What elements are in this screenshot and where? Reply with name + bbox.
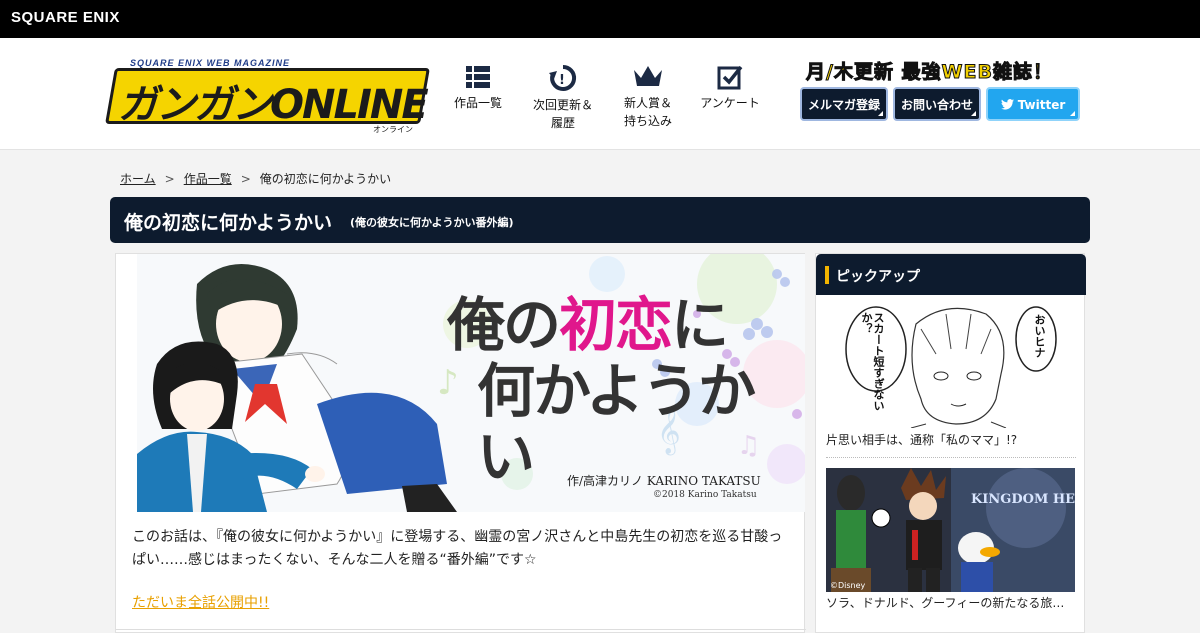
game-logo: KINGDOM HEARTS III xyxy=(971,492,1075,507)
read-all-episodes-link[interactable]: ただいま全話公開中!! xyxy=(132,592,269,612)
nav-label: 履歴 xyxy=(550,116,575,130)
hero-title-part: 俺の xyxy=(447,291,561,359)
pickup-item-image[interactable]: KINGDOM HEARTS III ©Disney xyxy=(826,468,1075,592)
breadcrumb: ホーム > 作品一覧 > 俺の初恋に何かようかい xyxy=(120,170,391,187)
nav-next-update[interactable]: ! 次回更新＆ 履歴 xyxy=(523,64,603,132)
update-catchphrase: 月/木更新 最強WEB雑誌！ xyxy=(806,61,1053,84)
corner-arrow-icon xyxy=(878,111,883,116)
svg-text:!: ! xyxy=(559,73,565,88)
pickup-item-caption[interactable]: ソラ、ドナルド、グーフィーの新たなる旅… xyxy=(826,594,1076,611)
speech-balloon-text: おいヒナ xyxy=(1033,314,1046,358)
logo-tagline: オンライン xyxy=(373,125,413,134)
hero-copyright: ©2018 Karino Takatsu xyxy=(653,490,757,500)
nav-survey[interactable]: アンケート xyxy=(690,64,770,112)
hero-title-line2: 何かようかい xyxy=(477,357,756,491)
nav-label: 新人賞＆ xyxy=(623,96,672,110)
pickup-sidebar: ピックアップ スカート短すぎないか？ おいヒナ 片思い相手は、通称「私のママ」!… xyxy=(815,253,1086,633)
nav-label: 作品一覧 xyxy=(453,96,502,110)
newsletter-label: メルマガ登録 xyxy=(807,98,880,112)
breadcrumb-works-list[interactable]: 作品一覧 xyxy=(184,172,232,186)
pickup-item-image[interactable]: スカート短すぎないか？ おいヒナ xyxy=(826,304,1075,428)
twitter-label: Twitter xyxy=(1017,98,1066,112)
pickup-heading: ピックアップ xyxy=(836,269,920,285)
breadcrumb-separator: > xyxy=(240,172,251,186)
corporate-bar: SQUARE ENIX xyxy=(0,0,1200,38)
divider xyxy=(826,457,1076,458)
nav-newcomer-award[interactable]: 新人賞＆ 持ち込み xyxy=(608,64,688,130)
speech-balloon-text: スカート短すぎないか？ xyxy=(860,312,885,411)
twitter-button[interactable]: Twitter xyxy=(986,87,1080,121)
nav-label: アンケート xyxy=(700,96,760,110)
kingdom-hearts-artwork: KINGDOM HEARTS III ©Disney xyxy=(826,468,1075,592)
page-title: 俺の初恋に何かようかい xyxy=(124,212,333,234)
twitter-bird-icon xyxy=(1000,99,1014,110)
nav-label: 次回更新＆ xyxy=(532,98,593,112)
hero-author: 作/高津カリノ KARINO TAKATSU xyxy=(567,474,761,488)
nav-works-list[interactable]: 作品一覧 xyxy=(438,64,518,112)
square-enix-logo[interactable]: SQUARE ENIX xyxy=(11,9,120,26)
contact-label: お問い合わせ xyxy=(900,98,973,112)
hero-title-part: に xyxy=(671,291,729,359)
update-history-icon: ! xyxy=(549,64,577,91)
work-detail-card: ♪ 𝄞 ♫ 俺の初恋に 何かようかい 作/高津カリノ KARINO TAKATS… xyxy=(115,253,806,633)
pickup-heading-bar: ピックアップ xyxy=(816,254,1086,295)
hero-title: 俺の初恋に 何かようかい xyxy=(447,292,805,490)
gangan-online-logo[interactable]: SQUARE ENIX WEB MAGAZINE ガンガンONLINE オンライ… xyxy=(105,58,430,142)
nav-label: 持ち込み xyxy=(623,114,672,128)
logo-subtitle: SQUARE ENIX WEB MAGAZINE xyxy=(130,58,291,68)
work-description: このお話は、『俺の彼女に何かようかい』に登場する、幽霊の宮ノ沢さんと中島先生の初… xyxy=(132,529,783,568)
hero-banner: ♪ 𝄞 ♫ 俺の初恋に 何かようかい 作/高津カリノ KARINO TAKATS… xyxy=(137,254,805,512)
contact-button[interactable]: お問い合わせ xyxy=(893,87,981,121)
hero-title-highlight: 初恋 xyxy=(559,291,673,359)
corner-arrow-icon xyxy=(1070,111,1075,116)
heading-accent xyxy=(825,266,829,284)
breadcrumb-separator: > xyxy=(164,172,175,186)
crown-icon xyxy=(634,66,662,86)
logo-title: ガンガンONLINE xyxy=(118,82,429,128)
newsletter-button[interactable]: メルマガ登録 xyxy=(800,87,888,121)
image-copyright: ©Disney xyxy=(830,581,866,590)
site-header: SQUARE ENIX WEB MAGAZINE ガンガンONLINE オンライ… xyxy=(0,38,1200,150)
breadcrumb-current: 俺の初恋に何かようかい xyxy=(259,172,392,186)
list-icon xyxy=(466,66,490,88)
breadcrumb-home[interactable]: ホーム xyxy=(120,172,156,186)
pickup-item-caption[interactable]: 片思い相手は、通称「私のママ」!? xyxy=(826,431,1076,448)
corner-arrow-icon xyxy=(971,111,976,116)
page-title-bar: 俺の初恋に何かようかい (俺の彼女に何かようかい番外編) xyxy=(110,197,1090,243)
page-subtitle: (俺の彼女に何かようかい番外編) xyxy=(350,216,514,229)
checkbox-icon xyxy=(717,65,743,90)
